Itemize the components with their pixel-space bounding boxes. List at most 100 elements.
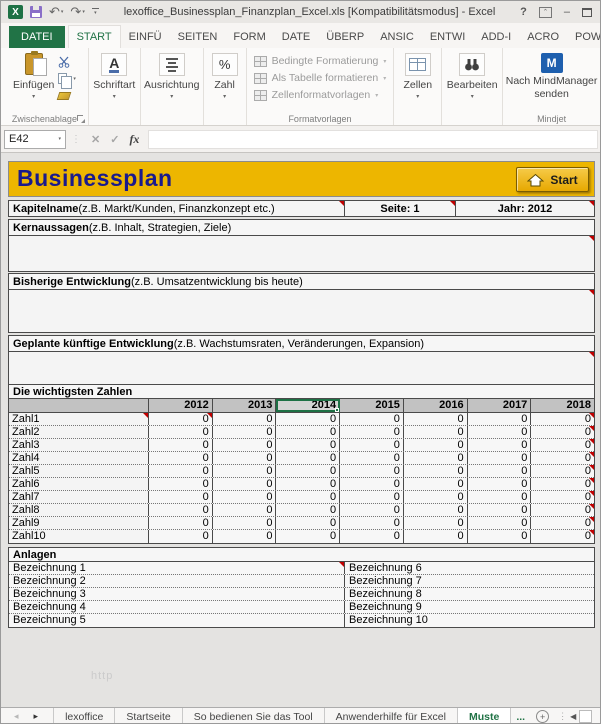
value-cell[interactable]: 0 xyxy=(403,504,468,516)
ribbon-tab-einfü[interactable]: EINFÜ xyxy=(121,26,170,48)
dialog-launcher-icon[interactable] xyxy=(76,115,85,123)
value-cell[interactable]: 0 xyxy=(340,439,404,451)
value-cell[interactable]: 0 xyxy=(212,504,277,516)
customize-qat-button[interactable]: ▾ xyxy=(91,8,99,16)
cancel-icon[interactable]: ✕ xyxy=(91,133,100,146)
value-cell[interactable]: 0 xyxy=(467,491,532,503)
new-sheet-button[interactable]: + xyxy=(536,710,550,723)
section-header-cell[interactable]: Bisherige Entwicklung (z.B. Umsatzentwic… xyxy=(9,274,594,290)
format-as-table-button[interactable]: Als Tabelle formatieren ▾ xyxy=(253,72,394,84)
value-cell[interactable]: 0 xyxy=(403,530,468,543)
value-cell[interactable]: 0 xyxy=(276,439,341,451)
value-cell[interactable]: 0 xyxy=(212,478,277,490)
value-cell[interactable]: 0 xyxy=(276,517,341,529)
font-button[interactable]: A Schriftart ▾ xyxy=(93,48,135,125)
next-sheet-icon[interactable]: ▸ xyxy=(34,711,39,722)
anlagen-cell[interactable]: Bezeichnung 4 xyxy=(9,601,345,613)
section-header-cell[interactable]: Kernaussagen (z.B. Inhalt, Strategien, Z… xyxy=(9,220,594,236)
ribbon-tab-ansic[interactable]: ANSIC xyxy=(372,26,422,48)
value-cell[interactable]: 0 xyxy=(276,452,341,464)
fill-handle[interactable] xyxy=(335,408,340,412)
cell-jahr[interactable]: Jahr: 2012 xyxy=(456,201,594,216)
value-cell[interactable]: 0 xyxy=(531,413,595,425)
value-cell[interactable]: 0 xyxy=(340,530,404,543)
value-cell[interactable]: 0 xyxy=(467,452,532,464)
value-cell[interactable]: 0 xyxy=(340,517,404,529)
section-input-cell[interactable] xyxy=(9,290,594,332)
enter-icon[interactable]: ✓ xyxy=(110,133,119,146)
value-cell[interactable]: 0 xyxy=(467,426,532,438)
restore-icon[interactable] xyxy=(582,7,592,17)
value-cell[interactable]: 0 xyxy=(212,452,277,464)
value-cell[interactable]: 0 xyxy=(467,504,532,516)
anlagen-table-title[interactable]: Anlagen xyxy=(9,548,594,562)
name-box[interactable]: E42 ▾ xyxy=(4,129,66,149)
section-input-cell[interactable] xyxy=(9,236,594,271)
value-cell[interactable]: 0 xyxy=(149,530,213,543)
row-label-cell[interactable]: Zahl4 xyxy=(9,452,149,464)
row-label-cell[interactable]: Zahl8 xyxy=(9,504,149,516)
cells-button[interactable]: Zellen ▾ xyxy=(403,48,432,125)
value-cell[interactable]: 0 xyxy=(403,426,468,438)
value-cell[interactable]: 0 xyxy=(276,478,341,490)
ribbon-tab-acro[interactable]: ACRO xyxy=(519,26,567,48)
formula-input[interactable] xyxy=(148,129,598,149)
value-cell[interactable]: 0 xyxy=(403,465,468,477)
ribbon-tab-powe[interactable]: POWE xyxy=(567,26,600,48)
help-icon[interactable]: ? xyxy=(520,6,527,18)
value-cell[interactable]: 0 xyxy=(467,530,532,543)
undo-button[interactable]: ↶ ▾ xyxy=(49,5,63,18)
value-cell[interactable]: 0 xyxy=(149,413,213,425)
anlagen-cell[interactable]: Bezeichnung 2 xyxy=(9,575,345,587)
year-cell-2013[interactable]: 2013 xyxy=(213,399,277,412)
value-cell[interactable]: 0 xyxy=(149,452,213,464)
value-cell[interactable]: 0 xyxy=(212,465,277,477)
anlagen-cell[interactable]: Bezeichnung 5 xyxy=(9,614,345,627)
value-cell[interactable]: 0 xyxy=(531,517,595,529)
insert-function-icon[interactable]: fx xyxy=(129,132,139,147)
conditional-formatting-button[interactable]: Bedingte Formatierung ▾ xyxy=(253,55,394,67)
anlagen-cell[interactable]: Bezeichnung 9 xyxy=(345,601,594,613)
value-cell[interactable]: 0 xyxy=(340,504,404,516)
value-cell[interactable]: 0 xyxy=(403,517,468,529)
ribbon-tab-start[interactable]: START xyxy=(67,25,121,48)
value-cell[interactable]: 0 xyxy=(276,413,341,425)
anlagen-cell[interactable]: Bezeichnung 7 xyxy=(345,575,594,587)
value-cell[interactable]: 0 xyxy=(531,504,595,516)
value-cell[interactable]: 0 xyxy=(403,491,468,503)
value-cell[interactable]: 0 xyxy=(212,530,277,543)
value-cell[interactable]: 0 xyxy=(340,491,404,503)
scrollbar-thumb[interactable] xyxy=(579,710,593,723)
number-button[interactable]: % Zahl ▾ xyxy=(211,48,238,125)
value-cell[interactable]: 0 xyxy=(149,465,213,477)
row-label-cell[interactable]: Zahl6 xyxy=(9,478,149,490)
value-cell[interactable]: 0 xyxy=(531,426,595,438)
sheet-tab-anwenderhilfe-für-excel[interactable]: Anwenderhilfe für Excel xyxy=(325,708,458,723)
sheet-tab-lexoffice[interactable]: lexoffice xyxy=(54,708,116,723)
value-cell[interactable]: 0 xyxy=(531,491,595,503)
anlagen-cell[interactable]: Bezeichnung 3 xyxy=(9,588,345,600)
value-cell[interactable]: 0 xyxy=(276,465,341,477)
value-cell[interactable]: 0 xyxy=(467,478,532,490)
sheet-tab-startseite[interactable]: Startseite xyxy=(115,708,183,723)
value-cell[interactable]: 0 xyxy=(212,439,277,451)
value-cell[interactable]: 0 xyxy=(531,478,595,490)
anlagen-cell[interactable]: Bezeichnung 8 xyxy=(345,588,594,600)
value-cell[interactable]: 0 xyxy=(149,504,213,516)
value-cell[interactable]: 0 xyxy=(403,439,468,451)
value-cell[interactable]: 0 xyxy=(276,530,341,543)
cell-seite[interactable]: Seite: 1 xyxy=(345,201,456,216)
value-cell[interactable]: 0 xyxy=(212,413,277,425)
value-cell[interactable]: 0 xyxy=(276,426,341,438)
value-cell[interactable]: 0 xyxy=(149,439,213,451)
value-cell[interactable]: 0 xyxy=(467,517,532,529)
value-cell[interactable]: 0 xyxy=(403,413,468,425)
selected-cell-2014[interactable]: 2014 xyxy=(276,399,341,412)
anlagen-cell[interactable]: Bezeichnung 1 xyxy=(9,562,345,574)
start-button[interactable]: Start xyxy=(516,167,589,192)
value-cell[interactable]: 0 xyxy=(403,478,468,490)
cell-kapitelname[interactable]: Kapitelname (z.B. Markt/Kunden, Finanzko… xyxy=(9,201,345,216)
ribbon-tab-date[interactable]: DATE xyxy=(274,26,319,48)
year-cell-2018[interactable]: 2018 xyxy=(531,399,594,412)
value-cell[interactable]: 0 xyxy=(212,426,277,438)
